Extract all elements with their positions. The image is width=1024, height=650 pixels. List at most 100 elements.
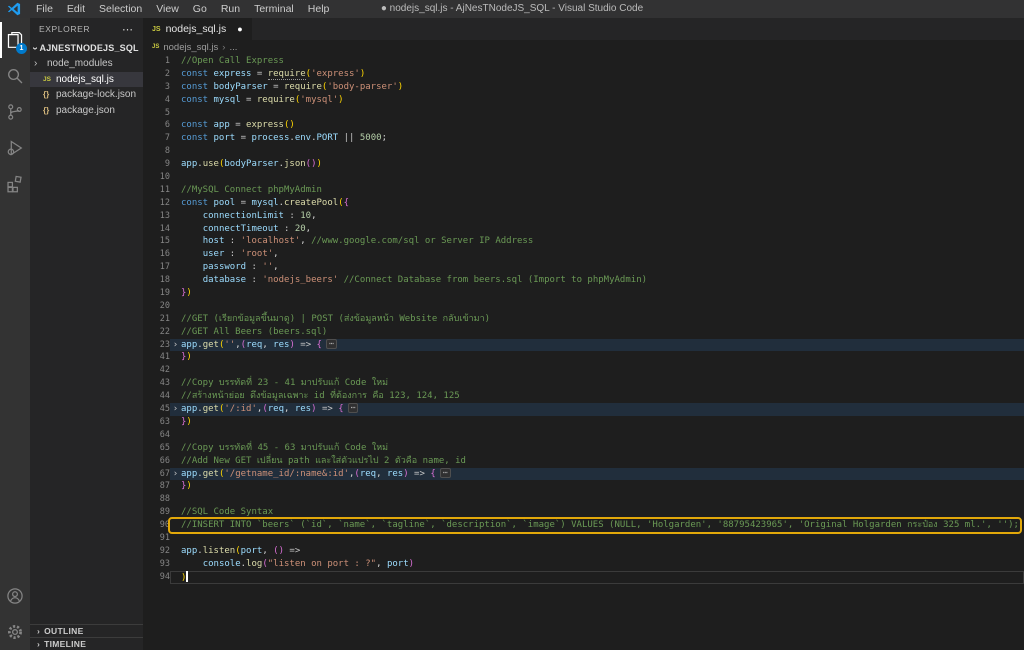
- menu-view[interactable]: View: [149, 0, 186, 18]
- code-line-15[interactable]: 15 host : 'localhost', //www.google.com/…: [143, 235, 1024, 248]
- code-line-22[interactable]: 22//GET All Beers (beers.sql): [143, 326, 1024, 339]
- line-number[interactable]: 17: [143, 261, 170, 274]
- line-number[interactable]: 12: [143, 197, 170, 210]
- line-number[interactable]: 14: [143, 223, 170, 236]
- code-line-18[interactable]: 18 database : 'nodejs_beers' //Connect D…: [143, 274, 1024, 287]
- line-number[interactable]: 2: [143, 68, 170, 81]
- tree-item-package-lock-json[interactable]: package-lock.json: [30, 87, 143, 103]
- code-line-23[interactable]: 23›app.get('',(req, res) => {⋯: [143, 339, 1024, 352]
- line-number[interactable]: 90: [143, 519, 170, 532]
- line-number[interactable]: 19: [143, 287, 170, 300]
- code-line-5[interactable]: 5: [143, 107, 1024, 120]
- code-line-66[interactable]: 66//Add New GET เปลี่ยน path และใส่ตัวแป…: [143, 455, 1024, 468]
- line-number[interactable]: 89: [143, 506, 170, 519]
- menu-terminal[interactable]: Terminal: [247, 0, 301, 18]
- line-number[interactable]: 66: [143, 455, 170, 468]
- code-line-43[interactable]: 43//Copy บรรทัดที่ 23 - 41 มาปรับแก้ Cod…: [143, 377, 1024, 390]
- code-line-87[interactable]: 87}): [143, 480, 1024, 493]
- line-number[interactable]: 65: [143, 442, 170, 455]
- folded-code-ellipsis[interactable]: ⋯: [440, 468, 451, 478]
- code-line-45[interactable]: 45›app.get('/:id',(req, res) => {⋯: [143, 403, 1024, 416]
- line-number[interactable]: 44: [143, 390, 170, 403]
- code-line-94[interactable]: 94): [143, 571, 1024, 584]
- tab-nodejs-sql-js[interactable]: nodejs_sql.js ●: [143, 18, 252, 40]
- code-line-64[interactable]: 64: [143, 429, 1024, 442]
- code-line-10[interactable]: 10: [143, 171, 1024, 184]
- line-number[interactable]: 9: [143, 158, 170, 171]
- code-line-65[interactable]: 65//Copy บรรทัดที่ 45 - 63 มาปรับแก้ Cod…: [143, 442, 1024, 455]
- outline-panel-header[interactable]: OUTLINE: [30, 624, 143, 637]
- code-line-7[interactable]: 7const port = process.env.PORT || 5000;: [143, 132, 1024, 145]
- line-number[interactable]: 6: [143, 119, 170, 132]
- code-line-19[interactable]: 19}): [143, 287, 1024, 300]
- code-line-16[interactable]: 16 user : 'root',: [143, 248, 1024, 261]
- tab-modified-dot[interactable]: ●: [237, 24, 242, 34]
- code-line-9[interactable]: 9app.use(bodyParser.json()): [143, 158, 1024, 171]
- fold-chevron-icon[interactable]: ›: [170, 468, 181, 481]
- line-number[interactable]: 20: [143, 300, 170, 313]
- code-line-63[interactable]: 63}): [143, 416, 1024, 429]
- line-number[interactable]: 21: [143, 313, 170, 326]
- code-line-17[interactable]: 17 password : '',: [143, 261, 1024, 274]
- code-line-41[interactable]: 41}): [143, 351, 1024, 364]
- code-line-6[interactable]: 6const app = express(): [143, 119, 1024, 132]
- line-number[interactable]: 11: [143, 184, 170, 197]
- breadcrumb[interactable]: nodejs_sql.js › ...: [143, 40, 1024, 54]
- more-actions-icon[interactable]: ⋯: [122, 23, 134, 36]
- code-line-4[interactable]: 4const mysql = require('mysql'): [143, 94, 1024, 107]
- code-line-42[interactable]: 42: [143, 364, 1024, 377]
- code-line-2[interactable]: 2const express = require('express'): [143, 68, 1024, 81]
- code-line-93[interactable]: 93 console.log("listen on port : ?", por…: [143, 558, 1024, 571]
- line-number[interactable]: 15: [143, 235, 170, 248]
- line-number[interactable]: 63: [143, 416, 170, 429]
- line-number[interactable]: 22: [143, 326, 170, 339]
- code-line-89[interactable]: 89//SQL Code Syntax: [143, 506, 1024, 519]
- code-line-3[interactable]: 3const bodyParser = require('body-parser…: [143, 81, 1024, 94]
- menu-run[interactable]: Run: [214, 0, 247, 18]
- line-number[interactable]: 16: [143, 248, 170, 261]
- explorer-files-icon[interactable]: 1: [0, 22, 30, 58]
- breadcrumb-symbol[interactable]: ...: [229, 42, 237, 53]
- workspace-root-folder[interactable]: AJNESTNODEJS_SQL: [30, 40, 143, 56]
- menu-edit[interactable]: Edit: [60, 0, 92, 18]
- menu-file[interactable]: File: [29, 0, 60, 18]
- line-number[interactable]: 8: [143, 145, 170, 158]
- line-number[interactable]: 94: [143, 571, 170, 584]
- line-number[interactable]: 18: [143, 274, 170, 287]
- tree-item-nodejs-sql-js[interactable]: nodejs_sql.js: [30, 72, 143, 88]
- code-line-21[interactable]: 21//GET (เรียกข้อมูลขึ้นมาดู) | POST (ส่…: [143, 313, 1024, 326]
- menu-help[interactable]: Help: [301, 0, 337, 18]
- search-icon[interactable]: [0, 58, 30, 94]
- folded-code-ellipsis[interactable]: ⋯: [348, 403, 359, 413]
- fold-chevron-icon[interactable]: ›: [170, 403, 181, 416]
- line-number[interactable]: 42: [143, 364, 170, 377]
- code-line-92[interactable]: 92app.listen(port, () =>: [143, 545, 1024, 558]
- line-number[interactable]: 10: [143, 171, 170, 184]
- folded-code-ellipsis[interactable]: ⋯: [326, 339, 337, 349]
- line-number[interactable]: 45: [143, 403, 170, 416]
- line-number[interactable]: 7: [143, 132, 170, 145]
- line-number[interactable]: 43: [143, 377, 170, 390]
- line-number[interactable]: 3: [143, 81, 170, 94]
- code-line-1[interactable]: 1//Open Call Express: [143, 55, 1024, 68]
- code-line-14[interactable]: 14 connectTimeout : 20,: [143, 223, 1024, 236]
- line-number[interactable]: 92: [143, 545, 170, 558]
- account-icon[interactable]: [0, 578, 30, 614]
- line-number[interactable]: 87: [143, 480, 170, 493]
- line-number[interactable]: 41: [143, 351, 170, 364]
- timeline-panel-header[interactable]: TIMELINE: [30, 637, 143, 650]
- line-number[interactable]: 1: [143, 55, 170, 68]
- code-line-44[interactable]: 44//สร้างหน้าย่อย ดึงข้อมูลเฉพาะ id ที่ต…: [143, 390, 1024, 403]
- settings-gear-icon[interactable]: [0, 614, 30, 650]
- line-number[interactable]: 64: [143, 429, 170, 442]
- code-line-13[interactable]: 13 connectionLimit : 10,: [143, 210, 1024, 223]
- line-number[interactable]: 13: [143, 210, 170, 223]
- line-number[interactable]: 4: [143, 94, 170, 107]
- code-line-88[interactable]: 88: [143, 493, 1024, 506]
- extensions-icon[interactable]: [0, 166, 30, 202]
- code-line-91[interactable]: 91: [143, 532, 1024, 545]
- code-line-67[interactable]: 67›app.get('/getname_id/:name&:id',(req,…: [143, 468, 1024, 481]
- fold-chevron-icon[interactable]: ›: [170, 339, 181, 352]
- line-number[interactable]: 88: [143, 493, 170, 506]
- code-line-12[interactable]: 12const pool = mysql.createPool({: [143, 197, 1024, 210]
